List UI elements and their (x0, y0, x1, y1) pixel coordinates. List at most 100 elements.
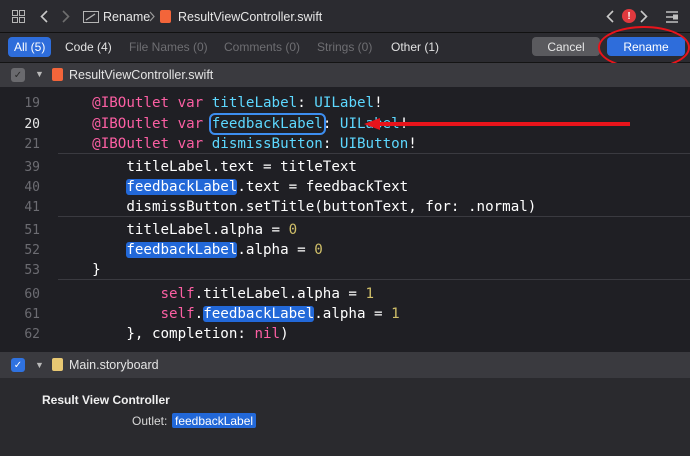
forward-arrow-icon[interactable] (58, 0, 74, 33)
code-token: titleLabel.alpha = (126, 222, 289, 238)
storyboard-include-checkbox[interactable]: ✓ (11, 358, 25, 372)
rename-occurrence[interactable]: feedbackLabel (126, 179, 238, 195)
code-text: @IBOutlet var feedbackLabel: UILabel! (58, 113, 408, 135)
code-token: .alpha = (314, 306, 392, 322)
code-text: feedbackLabel.alpha = 0 (58, 242, 323, 258)
filter-tab-other[interactable]: Other (1) (385, 37, 445, 57)
code-token: var (177, 116, 204, 132)
line-number: 41 (24, 200, 40, 215)
code-text: @IBOutlet var dismissButton: UIButton! (58, 136, 417, 152)
code-token: nil (254, 326, 281, 342)
line-number: 39 (24, 160, 40, 175)
annotation-arrow-head (364, 118, 380, 130)
code-preview: 19 @IBOutlet var titleLabel: UILabel! 20 … (0, 87, 690, 349)
filter-tab-comments[interactable]: Comments (0) (218, 37, 306, 57)
cancel-button[interactable]: Cancel (532, 37, 600, 56)
code-token: UIButton (339, 136, 409, 152)
line-number: 19 (24, 96, 40, 111)
code-token: } (92, 262, 101, 278)
code-line: 20 @IBOutlet var feedbackLabel: UILabel! (0, 113, 690, 136)
file-include-checkbox[interactable]: ✓ (11, 68, 25, 82)
swift-file-icon (160, 10, 171, 23)
code-token: UILabel (314, 95, 375, 111)
code-token: .titleLabel.alpha = (194, 286, 366, 302)
line-number: 52 (24, 243, 40, 258)
code-token: @IBOutlet (92, 136, 170, 152)
code-token: 1 (391, 306, 400, 322)
code-token: ! (374, 95, 383, 111)
code-token: ! (408, 136, 417, 152)
code-token: : (322, 116, 340, 132)
code-text: dismissButton.setTitle(buttonText, for: … (58, 199, 536, 215)
code-token: . (194, 306, 204, 322)
code-token: ) (280, 326, 289, 342)
line-number: 40 (24, 180, 40, 195)
code-text: titleLabel.alpha = 0 (58, 222, 297, 238)
code-line: 39 titleLabel.text = titleText (0, 159, 690, 179)
controller-title: Result View Controller (42, 393, 170, 407)
code-line: 40 feedbackLabel.text = feedbackText (0, 179, 690, 199)
issue-badge[interactable]: ! (622, 9, 636, 23)
code-token: .alpha = (237, 242, 315, 258)
storyboard-section-body (0, 378, 690, 456)
rename-occurrence[interactable]: feedbackLabel (208, 113, 326, 135)
code-token: titleLabel.text = titleText (126, 159, 357, 175)
grid-icon[interactable] (8, 0, 28, 33)
storyboard-section-name: Main.storyboard (69, 358, 159, 372)
breadcrumb-chevron-icon (147, 0, 157, 33)
code-text: @IBOutlet var titleLabel: UILabel! (58, 95, 383, 111)
breadcrumb-action[interactable]: Rename (103, 0, 150, 33)
rename-occurrence[interactable]: feedbackLabel (126, 242, 238, 258)
filter-tab-strings[interactable]: Strings (0) (311, 37, 378, 57)
previous-issue-icon[interactable] (604, 0, 616, 33)
code-token: @IBOutlet (92, 116, 170, 132)
disclosure-triangle-icon[interactable]: ▼ (35, 69, 44, 79)
code-text: self.feedbackLabel.alpha = 1 (58, 306, 400, 322)
back-arrow-icon[interactable] (36, 0, 52, 33)
filter-tab-file-names[interactable]: File Names (0) (123, 37, 214, 57)
code-token: 1 (365, 286, 375, 302)
navigation-bar: Rename ResultViewController.swift ! (0, 0, 690, 33)
code-text: }, completion: nil) (58, 326, 289, 342)
code-line: 51 titleLabel.alpha = 0 (0, 222, 690, 242)
code-token: }, completion: (126, 326, 255, 342)
line-number: 61 (24, 307, 40, 322)
code-token: dismissButton (211, 136, 323, 152)
filter-tab-code[interactable]: Code (4) (59, 37, 118, 57)
code-token: 0 (314, 242, 323, 258)
line-number: 51 (24, 223, 40, 238)
line-number: 20 (24, 117, 40, 132)
line-number: 60 (24, 287, 40, 302)
code-line: 41 dismissButton.setTitle(buttonText, fo… (0, 199, 690, 219)
swift-file-icon (52, 68, 63, 81)
code-line: 19 @IBOutlet var titleLabel: UILabel! (0, 95, 690, 115)
code-token: : (297, 95, 315, 111)
rename-occurrence[interactable]: feedbackLabel (203, 306, 315, 322)
code-token: var (177, 136, 204, 152)
filter-tab-all[interactable]: All (5) (8, 37, 52, 57)
code-text: feedbackLabel.text = feedbackText (58, 179, 408, 195)
code-line: 61 self.feedbackLabel.alpha = 1 (0, 306, 690, 326)
line-number: 62 (24, 327, 40, 342)
code-token: var (177, 95, 204, 111)
code-token: titleLabel (211, 95, 298, 111)
code-line: 21 @IBOutlet var dismissButton: UIButton… (0, 136, 690, 156)
line-number: 21 (24, 137, 40, 152)
code-line: 53 } (0, 262, 690, 282)
file-section-header[interactable]: ✓ ▼ ResultViewController.swift (0, 63, 690, 87)
storyboard-section-header[interactable]: ✓ ▼ Main.storyboard (0, 352, 690, 378)
code-line: 52 feedbackLabel.alpha = 0 (0, 242, 690, 262)
code-token: self (160, 286, 195, 302)
outlet-value[interactable]: feedbackLabel (172, 413, 257, 428)
code-token: : (322, 136, 340, 152)
disclosure-triangle-icon[interactable]: ▼ (35, 360, 44, 370)
breadcrumb-file[interactable]: ResultViewController.swift (178, 0, 322, 33)
code-token: @IBOutlet (92, 95, 170, 111)
refactor-icon (82, 0, 100, 33)
code-token: 0 (288, 222, 298, 238)
